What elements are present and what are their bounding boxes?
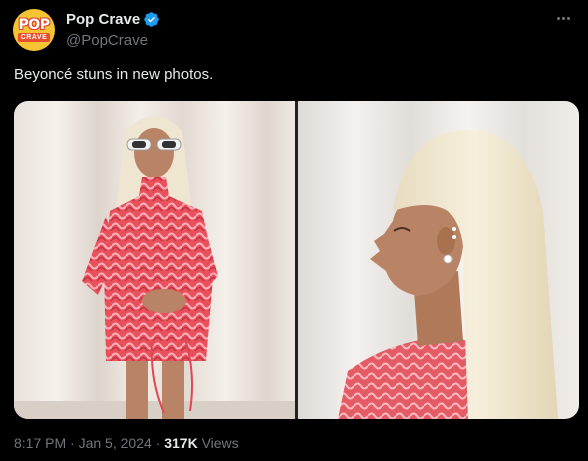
post-date[interactable]: Jan 5, 2024 [79, 435, 152, 451]
avatar-logo-top: POP [18, 17, 50, 33]
photo-1-image [14, 101, 295, 419]
post-time[interactable]: 8:17 PM [14, 435, 66, 451]
meta-separator: · [66, 435, 79, 451]
avatar[interactable]: POP CRAVE [13, 9, 55, 51]
tweet-card[interactable]: POP CRAVE Pop Crave @PopCrave Beyoncé st… [0, 0, 588, 461]
photo-2-image [298, 101, 579, 419]
photo-1[interactable] [14, 101, 295, 419]
avatar-logo-bottom: CRAVE [17, 33, 51, 42]
author-handle[interactable]: @PopCrave [66, 32, 148, 49]
more-options-icon[interactable] [552, 8, 574, 28]
meta-separator-2: · [151, 435, 165, 451]
media-grid[interactable] [14, 101, 579, 419]
verified-badge-icon [144, 12, 159, 27]
photo-2[interactable] [298, 101, 579, 419]
display-name[interactable]: Pop Crave [66, 11, 140, 28]
author-name-row[interactable]: Pop Crave [66, 11, 160, 28]
views-label: Views [197, 435, 239, 451]
tweet-meta: 8:17 PM · Jan 5, 2024 · 317K Views [14, 435, 239, 451]
tweet-text: Beyoncé stuns in new photos. [14, 66, 214, 83]
views-count[interactable]: 317K [164, 435, 197, 451]
